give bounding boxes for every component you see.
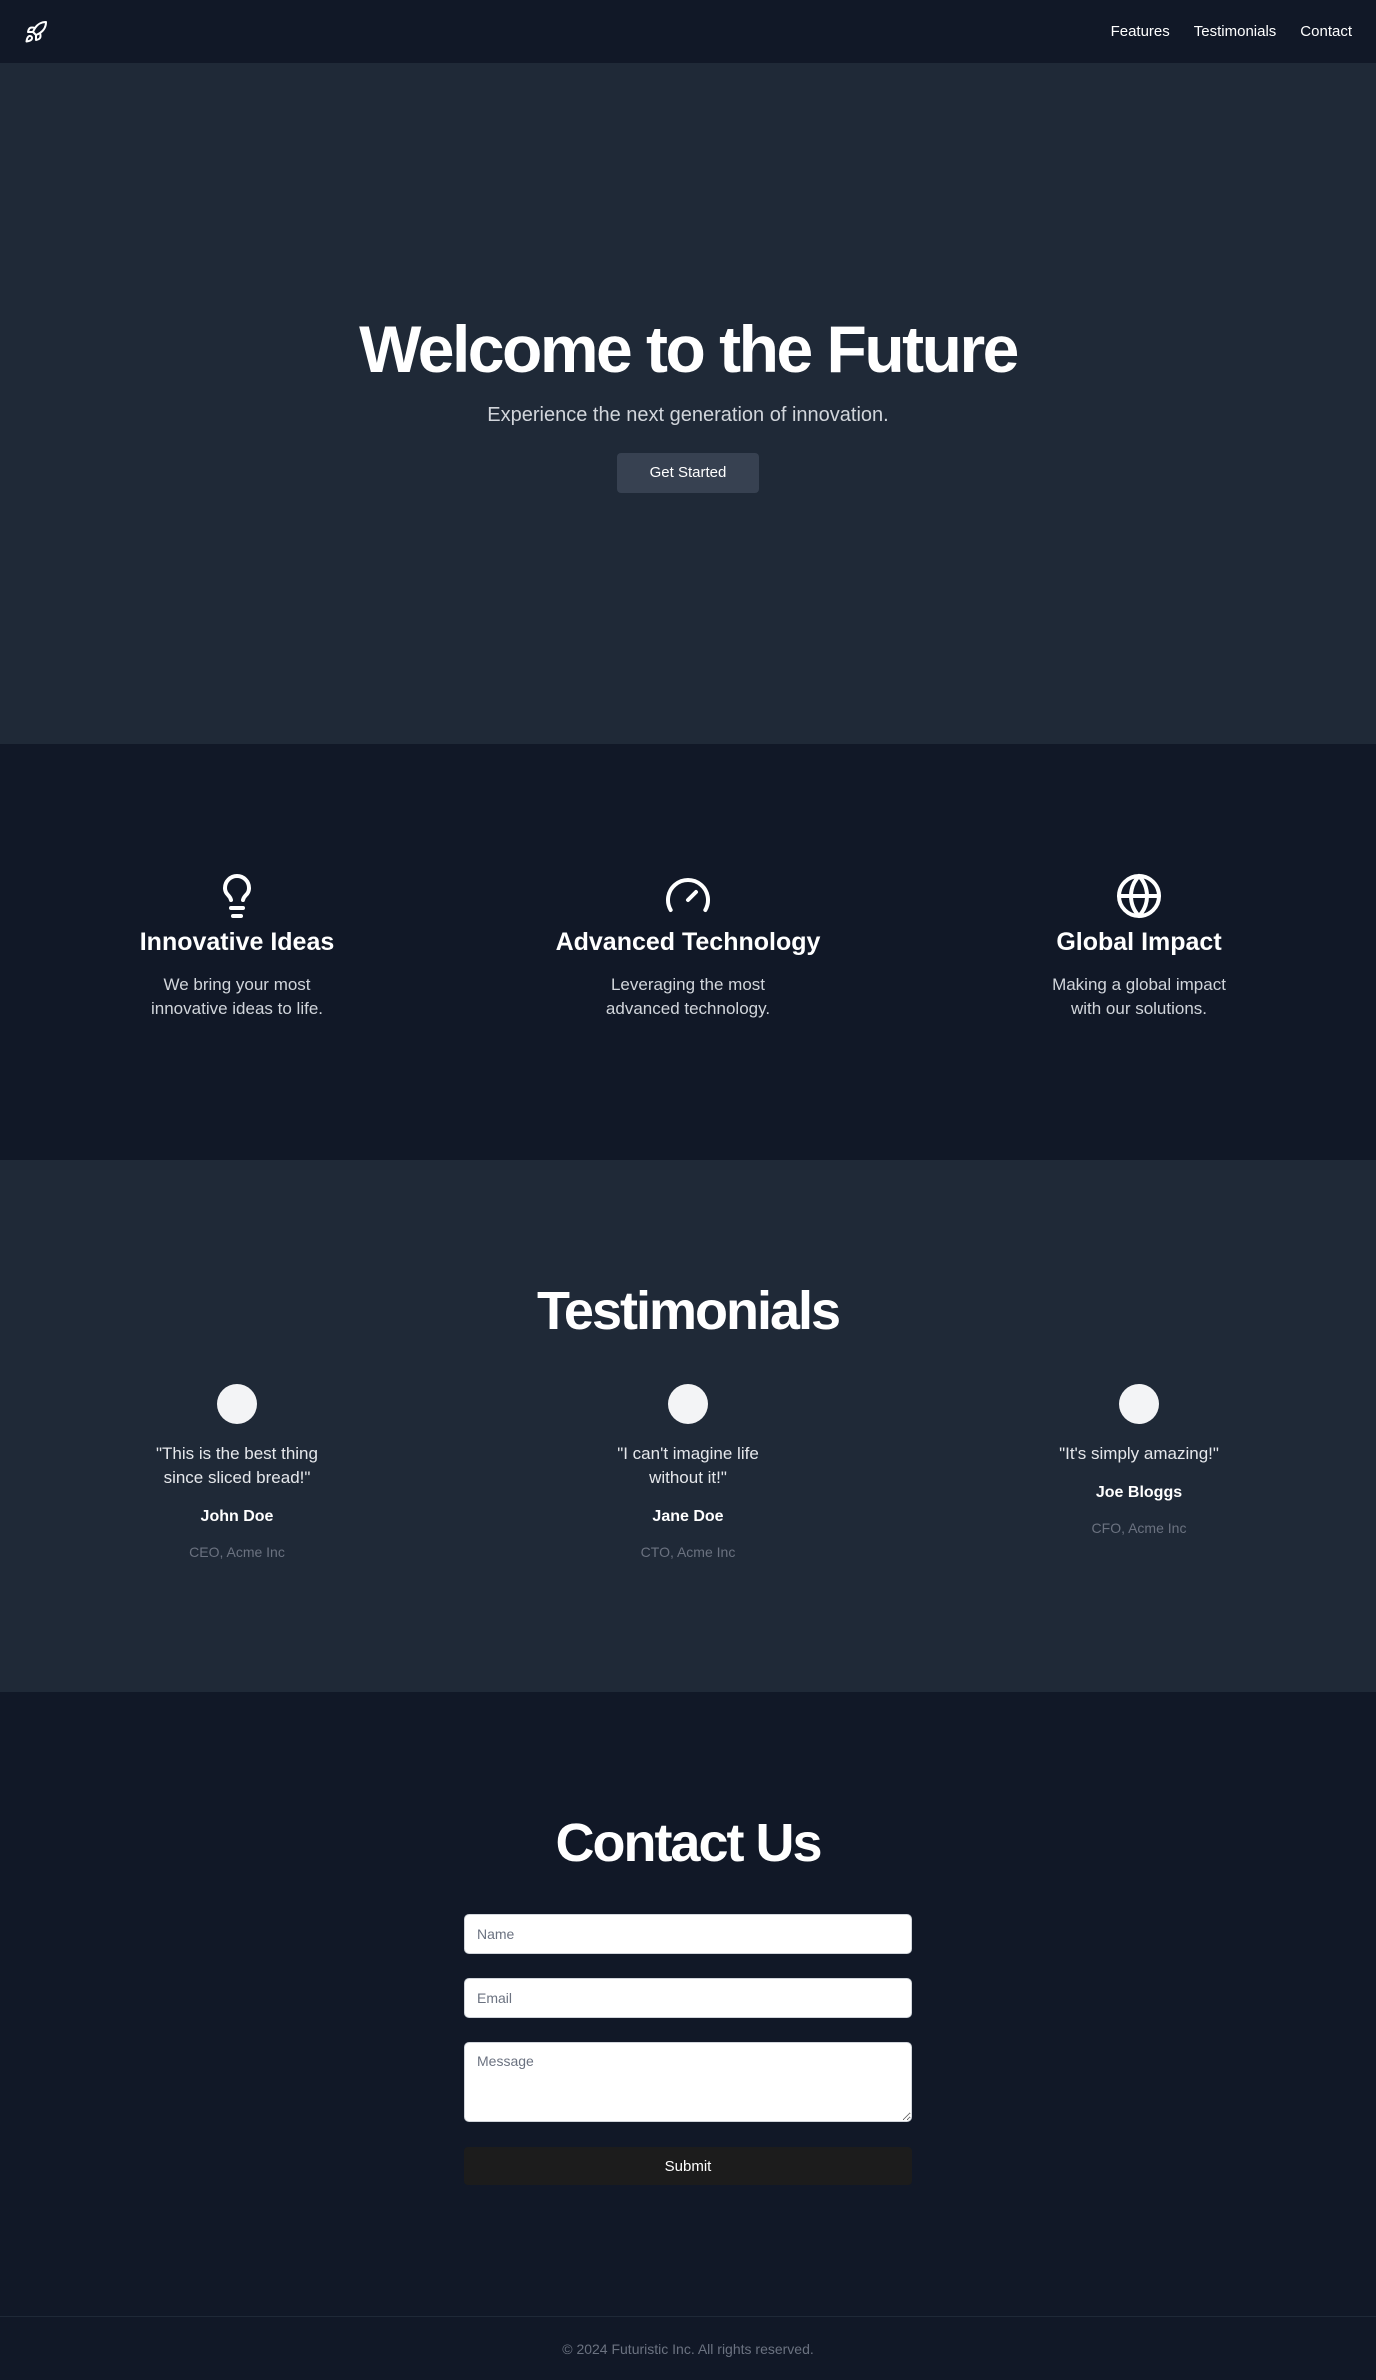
get-started-button[interactable]: Get Started (617, 452, 759, 493)
footer: © 2024 Futuristic Inc. All rights reserv… (0, 2316, 1376, 2380)
email-field[interactable] (464, 1978, 912, 2018)
lightbulb-icon (223, 874, 251, 918)
globe-icon (1117, 874, 1161, 918)
copyright-text: © 2024 Futuristic Inc. All rights reserv… (562, 2340, 814, 2357)
contact-heading: Contact Us (555, 1813, 822, 1873)
feature-title: Advanced Technology (555, 928, 821, 956)
top-navbar: Features Testimonials Contact (0, 0, 1376, 64)
feature-card-global-impact: Global Impact Making a global impact wit… (989, 872, 1289, 1021)
hero-section: Welcome to the Future Experience the nex… (0, 64, 1376, 744)
feature-text: Leveraging the most advanced technology. (605, 975, 771, 1018)
message-field[interactable] (464, 2042, 912, 2122)
submit-button[interactable]: Submit (464, 2147, 912, 2185)
feature-card-innovative-ideas: Innovative Ideas We bring your most inno… (87, 872, 387, 1021)
hero-title: Welcome to the Future (359, 311, 1019, 386)
testimonial-quote: "It's simply amazing!" (1059, 1444, 1219, 1463)
nav-link-contact[interactable]: Contact (1300, 23, 1352, 40)
feature-title: Global Impact (1056, 928, 1222, 956)
testimonial-quote: "I can't imagine life without it!" (617, 1444, 759, 1487)
testimonial-card: "I can't imagine life without it!" Jane … (538, 1384, 838, 1560)
hero-subtitle: Experience the next generation of innova… (487, 403, 889, 426)
testimonial-role: CEO, Acme Inc (189, 1544, 285, 1560)
testimonial-name: John Doe (200, 1508, 274, 1525)
feature-card-advanced-technology: Advanced Technology Leveraging the most … (538, 872, 838, 1021)
avatar (1119, 1384, 1159, 1424)
avatar (668, 1384, 708, 1424)
testimonial-quote: "This is the best thing since sliced bre… (156, 1444, 318, 1487)
avatar (217, 1384, 257, 1424)
testimonial-role: CTO, Acme Inc (640, 1544, 736, 1560)
rocket-icon[interactable] (24, 20, 48, 44)
testimonial-card: "It's simply amazing!" Joe Bloggs CFO, A… (989, 1384, 1289, 1536)
testimonial-card: "This is the best thing since sliced bre… (87, 1384, 387, 1560)
nav-link-testimonials[interactable]: Testimonials (1194, 23, 1277, 40)
feature-text: Making a global impact with our solution… (1052, 975, 1226, 1018)
nav-links: Features Testimonials Contact (1111, 23, 1352, 40)
gauge-icon (666, 878, 710, 912)
testimonial-name: Jane Doe (652, 1508, 724, 1525)
testimonial-role: CFO, Acme Inc (1091, 1520, 1187, 1536)
testimonial-name: Joe Bloggs (1095, 1484, 1183, 1501)
feature-title: Innovative Ideas (139, 928, 335, 956)
nav-link-features[interactable]: Features (1111, 23, 1170, 40)
contact-section: Contact Us Submit (0, 1692, 1376, 2316)
testimonials-heading: Testimonials (536, 1281, 841, 1341)
feature-text: We bring your most innovative ideas to l… (151, 975, 323, 1018)
name-field[interactable] (464, 1914, 912, 1954)
testimonials-section: Testimonials "This is the best thing sin… (0, 1160, 1376, 1692)
features-section: Innovative Ideas We bring your most inno… (0, 744, 1376, 1160)
